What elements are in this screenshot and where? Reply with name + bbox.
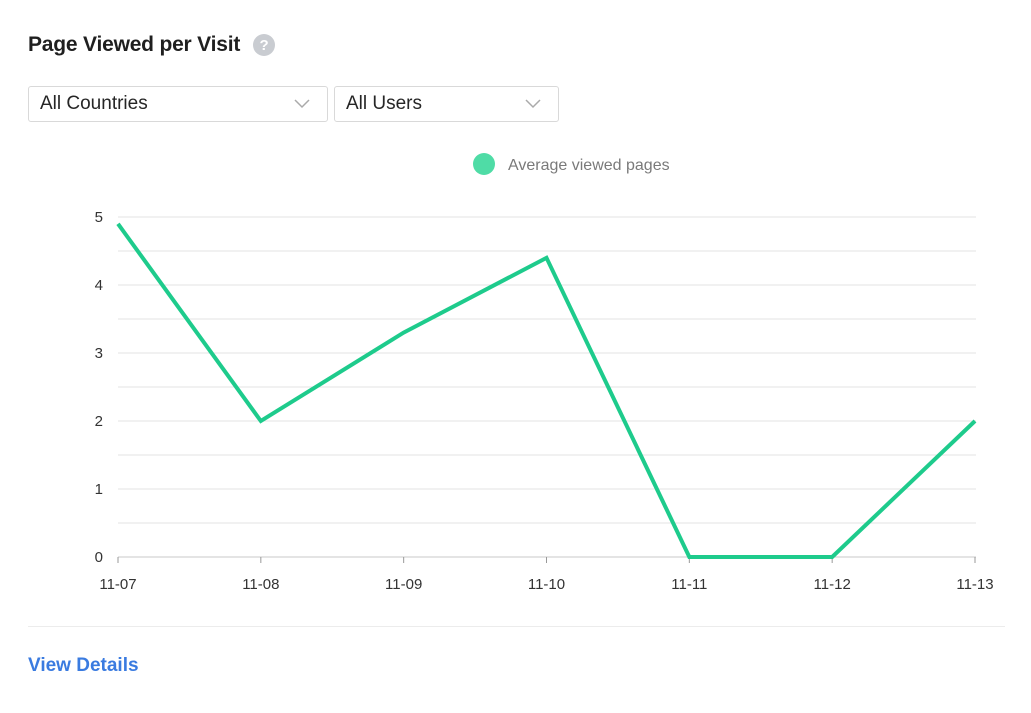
data-point[interactable]	[541, 252, 553, 264]
x-tick-label: 11-09	[385, 576, 422, 593]
y-tick-label: 1	[95, 481, 103, 498]
data-point[interactable]	[969, 415, 981, 427]
data-point[interactable]	[826, 551, 838, 563]
view-details-link[interactable]: View Details	[28, 655, 139, 677]
data-point[interactable]	[112, 218, 124, 230]
data-point[interactable]	[683, 551, 695, 563]
legend-marker	[473, 153, 495, 175]
data-point[interactable]	[398, 327, 410, 339]
data-point[interactable]	[255, 415, 267, 427]
users-select[interactable]: All Users	[334, 86, 559, 122]
y-tick-label: 2	[95, 413, 103, 430]
page-title: Page Viewed per Visit	[28, 33, 241, 56]
y-tick-label: 3	[95, 345, 103, 362]
series-layer	[112, 218, 981, 563]
footer-divider	[28, 626, 1005, 627]
line-chart: Average viewed pages 0 1 2 3 4 5 11-07 11-08 11-…	[95, 153, 994, 593]
x-tick-label: 11-10	[528, 576, 565, 593]
x-tick-label: 11-08	[242, 576, 279, 593]
y-tick-label: 5	[95, 209, 103, 226]
series-line[interactable]	[116, 222, 977, 559]
x-tick-label: 11-13	[956, 576, 993, 593]
x-tick-label: 11-07	[99, 576, 136, 593]
legend-label: Average viewed pages	[508, 157, 670, 174]
y-tick-label: 0	[95, 549, 103, 566]
chart-legend[interactable]: Average viewed pages	[473, 153, 670, 175]
country-select-value: All Countries	[40, 93, 148, 114]
x-tick-label: 11-11	[671, 576, 707, 593]
question-circle-icon[interactable]: ?	[253, 34, 276, 56]
chevron-down-icon	[289, 99, 315, 109]
title-row: Page Viewed per Visit ?	[28, 30, 276, 60]
x-tick-label: 11-12	[814, 576, 851, 593]
country-select[interactable]: All Countries	[28, 86, 328, 122]
chevron-down-icon	[520, 99, 546, 109]
users-select-value: All Users	[346, 93, 423, 114]
axes: 0 1 2 3 4 5 11-07 11-08 11-09 11-10 11-11 11-12 11-1…	[95, 209, 994, 593]
y-tick-label: 4	[95, 277, 103, 294]
